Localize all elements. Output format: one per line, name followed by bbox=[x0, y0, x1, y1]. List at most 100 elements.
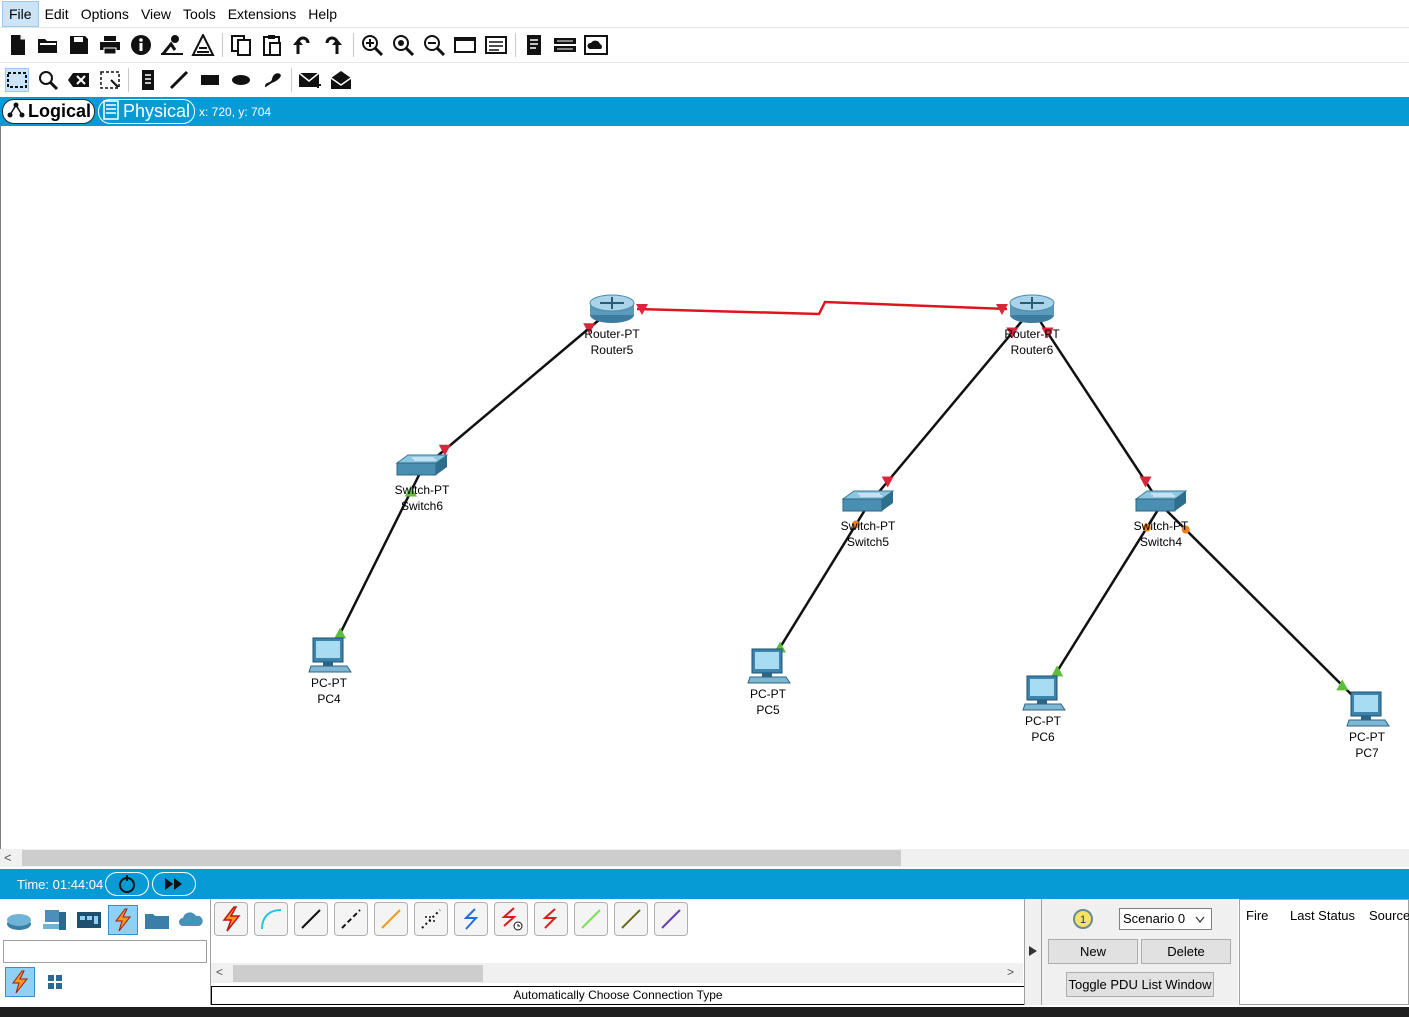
connection-subtype-icon[interactable] bbox=[5, 967, 35, 997]
router6-label[interactable]: Router-PT Router6 bbox=[987, 326, 1077, 358]
link-status-up-triangle bbox=[1051, 665, 1064, 677]
expand-arrow-icon[interactable] bbox=[1028, 945, 1038, 957]
network-info-icon[interactable] bbox=[160, 33, 184, 57]
scroll-left-icon[interactable]: < bbox=[216, 965, 223, 979]
tab-logical[interactable]: Logical bbox=[2, 99, 95, 124]
switch5-label[interactable]: Switch-PT Switch5 bbox=[823, 518, 913, 550]
switch5-device[interactable] bbox=[841, 490, 895, 512]
pdu-column-source[interactable]: Source bbox=[1369, 908, 1409, 923]
power-cycle-devices-button[interactable] bbox=[105, 872, 149, 896]
add-simple-pdu-icon[interactable] bbox=[298, 68, 322, 92]
scroll-left-icon[interactable]: < bbox=[4, 850, 12, 865]
save-icon[interactable] bbox=[67, 33, 91, 57]
place-note-icon[interactable] bbox=[136, 68, 160, 92]
scrollbar-thumb[interactable] bbox=[22, 850, 901, 866]
coaxial-button[interactable] bbox=[454, 902, 488, 936]
connections-category-icon[interactable] bbox=[108, 905, 138, 935]
draw-line-icon[interactable] bbox=[167, 68, 191, 92]
pc5-label[interactable]: PC-PT PC5 bbox=[723, 686, 813, 718]
network-devices-category-icon[interactable] bbox=[4, 905, 34, 935]
tab-physical[interactable]: Physical bbox=[98, 99, 195, 124]
menu-file[interactable]: File bbox=[2, 0, 39, 27]
end-devices-category-icon[interactable] bbox=[40, 905, 70, 935]
copper-cross-over-button[interactable] bbox=[334, 902, 368, 936]
pc7-device[interactable] bbox=[1346, 691, 1390, 727]
serial-dce-button[interactable] bbox=[494, 902, 528, 936]
open-folder-icon[interactable] bbox=[36, 33, 60, 57]
scenario-info-icon[interactable]: 1 bbox=[1073, 909, 1093, 929]
delete-icon[interactable] bbox=[67, 68, 91, 92]
copy-icon[interactable] bbox=[229, 33, 253, 57]
copper-straight-through-button[interactable] bbox=[294, 902, 328, 936]
octal-cable-button[interactable] bbox=[574, 902, 608, 936]
scrollbar-thumb[interactable] bbox=[233, 965, 483, 982]
router5-device[interactable] bbox=[589, 294, 635, 323]
router6-device[interactable] bbox=[1009, 294, 1055, 323]
resize-shape-icon[interactable] bbox=[98, 68, 122, 92]
panel-splitter[interactable] bbox=[1024, 899, 1042, 1005]
switch-device-icon[interactable] bbox=[553, 33, 577, 57]
menu-edit[interactable]: Edit bbox=[39, 2, 75, 26]
menu-options[interactable]: Options bbox=[75, 2, 135, 26]
pdu-list-icon[interactable] bbox=[522, 33, 546, 57]
console-cable-button[interactable] bbox=[254, 902, 288, 936]
pc5-device[interactable] bbox=[747, 648, 791, 684]
connection-types-scrollbar[interactable]: < > bbox=[211, 963, 1023, 983]
redo-icon[interactable] bbox=[322, 33, 346, 57]
delete-scenario-button[interactable]: Delete bbox=[1141, 939, 1231, 964]
zoom-out-icon[interactable] bbox=[422, 33, 446, 57]
zoom-in-icon[interactable] bbox=[360, 33, 384, 57]
menu-extensions[interactable]: Extensions bbox=[222, 2, 302, 26]
usb-cable-button[interactable] bbox=[654, 902, 688, 936]
scroll-right-icon[interactable]: > bbox=[1007, 965, 1014, 979]
menu-view[interactable]: View bbox=[135, 2, 177, 26]
add-complex-pdu-icon[interactable] bbox=[329, 68, 353, 92]
miscellaneous-category-icon[interactable] bbox=[142, 905, 172, 935]
automatic-connection-button[interactable] bbox=[214, 902, 248, 936]
switch4-label[interactable]: Switch-PT Switch4 bbox=[1116, 518, 1206, 550]
inspect-icon[interactable] bbox=[36, 68, 60, 92]
pc4-device[interactable] bbox=[308, 637, 352, 673]
pc6-label[interactable]: PC-PT PC6 bbox=[998, 713, 1088, 745]
activity-wizard-icon[interactable] bbox=[191, 33, 215, 57]
paste-icon[interactable] bbox=[260, 33, 284, 57]
fast-forward-button[interactable] bbox=[152, 872, 196, 896]
router5-label[interactable]: Router-PT Router5 bbox=[567, 326, 657, 358]
switch6-device[interactable] bbox=[395, 454, 449, 476]
zoom-reset-icon[interactable] bbox=[391, 33, 415, 57]
undo-icon[interactable] bbox=[291, 33, 315, 57]
scenario-select[interactable]: Scenario 0 bbox=[1119, 908, 1212, 930]
pdu-column-last-status[interactable]: Last Status bbox=[1290, 908, 1355, 923]
phone-cable-button[interactable] bbox=[414, 902, 448, 936]
fiber-button[interactable] bbox=[374, 902, 408, 936]
switch4-device[interactable] bbox=[1134, 490, 1188, 512]
print-icon[interactable] bbox=[98, 33, 122, 57]
workspace-horizontal-scrollbar[interactable]: < bbox=[0, 849, 1409, 867]
multiuser-category-icon[interactable] bbox=[176, 905, 206, 935]
iot-custom-cable-button[interactable] bbox=[614, 902, 648, 936]
menu-tools[interactable]: Tools bbox=[177, 2, 222, 26]
freeform-icon[interactable] bbox=[260, 68, 284, 92]
select-tool-icon[interactable] bbox=[5, 68, 29, 92]
pdu-column-fire[interactable]: Fire bbox=[1246, 908, 1268, 923]
info-icon[interactable] bbox=[129, 33, 153, 57]
draw-rectangle-icon[interactable] bbox=[198, 68, 222, 92]
new-scenario-button[interactable]: New bbox=[1048, 939, 1138, 964]
serial-link[interactable] bbox=[636, 300, 1008, 316]
pc6-device[interactable] bbox=[1022, 675, 1066, 711]
draw-ellipse-icon[interactable] bbox=[229, 68, 253, 92]
components-category-icon[interactable] bbox=[74, 905, 104, 935]
drawing-palette-icon[interactable] bbox=[453, 33, 477, 57]
custom-device-dialog-icon[interactable] bbox=[484, 33, 508, 57]
menu-help[interactable]: Help bbox=[302, 2, 343, 26]
serial-dte-button[interactable] bbox=[534, 902, 568, 936]
grid-view-icon[interactable] bbox=[40, 967, 70, 997]
pc4-label[interactable]: PC-PT PC4 bbox=[284, 675, 374, 707]
pc7-label[interactable]: PC-PT PC7 bbox=[1322, 729, 1409, 761]
toggle-pdu-list-button[interactable]: Toggle PDU List Window bbox=[1066, 972, 1214, 997]
switch6-label[interactable]: Switch-PT Switch6 bbox=[377, 482, 467, 514]
logical-workspace[interactable]: Router-PT Router5 Router-PT Router6 Switch-P… bbox=[0, 126, 1409, 849]
new-file-icon[interactable] bbox=[5, 33, 29, 57]
cloud-window-icon[interactable] bbox=[584, 33, 608, 57]
device-search-input[interactable] bbox=[3, 940, 207, 963]
